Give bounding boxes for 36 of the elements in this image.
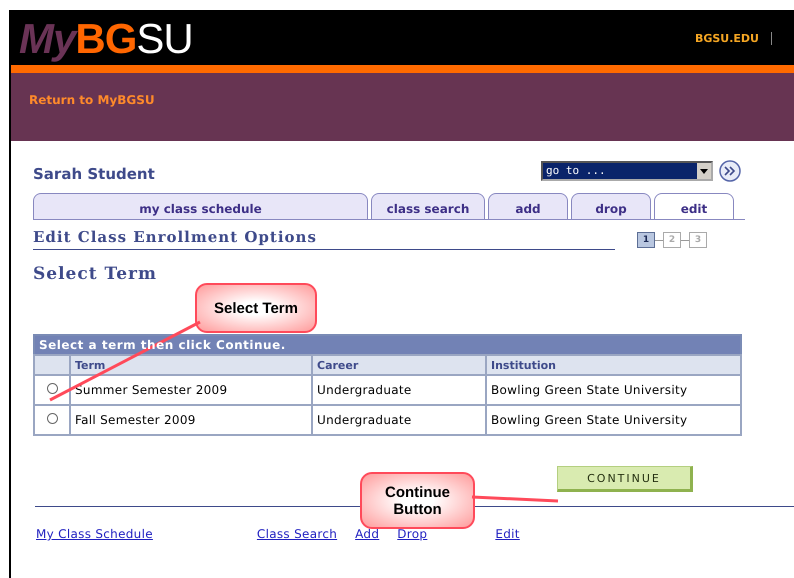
step-indicator: 1 (637, 232, 655, 248)
section-title: Select Term (33, 264, 157, 284)
tab[interactable]: add (488, 193, 568, 219)
tab[interactable]: my class schedule (33, 193, 368, 219)
table-cell: Bowling Green State University (486, 375, 741, 405)
page-title: Edit Class Enrollment Options (33, 228, 615, 250)
footer-link[interactable]: My Class Schedule (36, 527, 153, 541)
table-cell: Summer Semester 2009 (70, 375, 312, 405)
column-header: Term (70, 355, 312, 375)
radio-button[interactable] (46, 413, 58, 424)
radio-button[interactable] (46, 383, 58, 394)
logo: MyBGSU (19, 18, 193, 60)
student-name: Sarah Student (33, 164, 155, 183)
footer-link[interactable]: Class Search (256, 527, 338, 541)
step-indicator: 2 (663, 232, 681, 248)
footer-link[interactable]: Edit (495, 527, 520, 541)
footer-link[interactable]: Add (355, 527, 380, 541)
step-indicator: 3 (689, 232, 707, 248)
table-cell: Fall Semester 2009 (70, 405, 312, 435)
double-chevron-icon[interactable] (719, 160, 741, 182)
site-link[interactable]: BGSU.EDU (694, 32, 772, 45)
tab[interactable]: edit (654, 193, 734, 219)
callout: Select Term (195, 283, 317, 333)
column-header: Institution (486, 355, 741, 375)
goto-dropdown[interactable]: go to ... (541, 161, 713, 181)
return-link[interactable]: Return to MyBGSU (29, 93, 155, 107)
caret-icon (700, 168, 708, 174)
table-cell: Undergraduate (312, 375, 486, 405)
continue-button[interactable]: CONTINUE (557, 466, 693, 492)
tab[interactable]: class search (371, 193, 485, 219)
callout: Continue Button (360, 472, 475, 529)
table-cell: Bowling Green State University (486, 405, 741, 435)
tab[interactable]: drop (571, 193, 651, 219)
column-header: Career (312, 355, 486, 375)
footer-link[interactable]: Drop (397, 527, 428, 541)
table-cell: Undergraduate (312, 405, 486, 435)
